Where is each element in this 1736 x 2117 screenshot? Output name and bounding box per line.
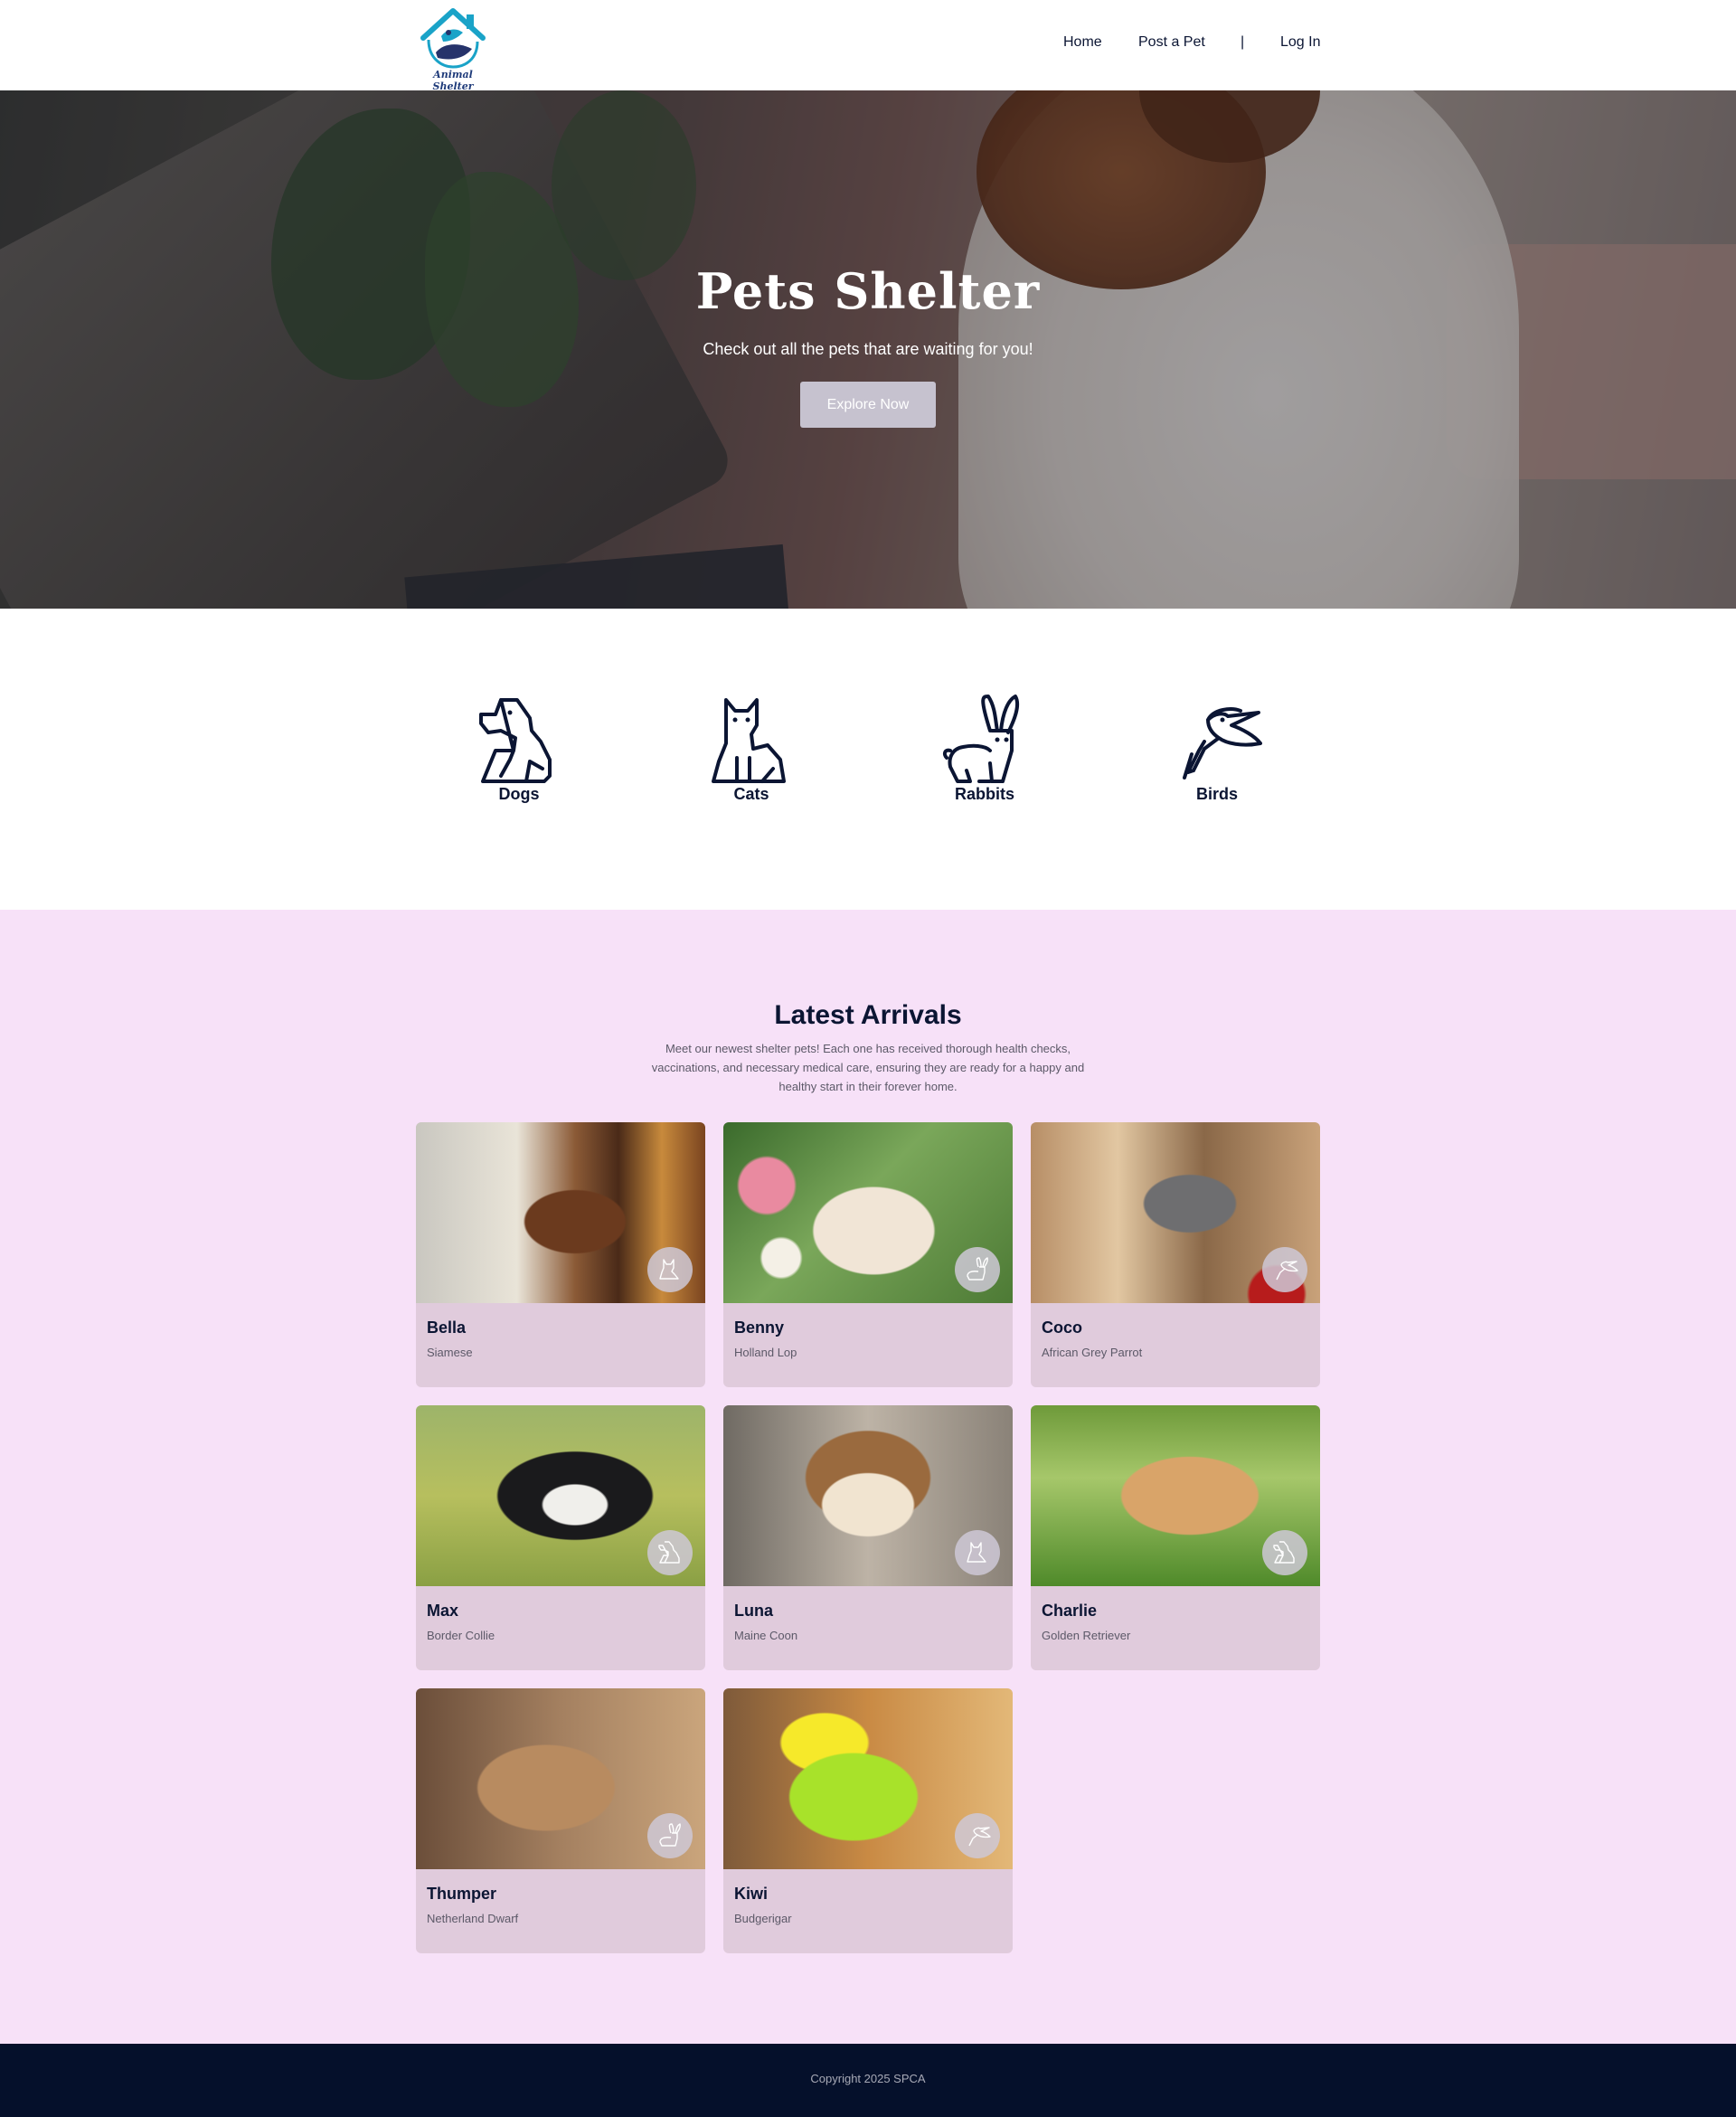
cat-icon <box>967 1542 986 1563</box>
copyright-text: Copyright 2025 SPCA <box>810 2072 926 2085</box>
cat-icon <box>659 1259 679 1280</box>
category-label: Birds <box>1195 785 1238 803</box>
category-label: Cats <box>733 785 769 803</box>
pet-type-badge <box>647 1530 693 1575</box>
nav-post-a-pet-link[interactable]: Post a Pet <box>1138 34 1205 56</box>
site-footer: Copyright 2025 SPCA <box>0 2044 1736 2117</box>
shelter-house-icon <box>420 8 486 69</box>
dog-icon <box>1273 1541 1295 1564</box>
pet-type-badge <box>647 1247 693 1292</box>
pet-name: Thumper <box>427 1885 497 1903</box>
pet-card[interactable]: Benny Holland Lop <box>723 1122 1013 1387</box>
rabbit-icon <box>942 695 1020 783</box>
logo-text: Animal Shelter <box>432 69 474 92</box>
pet-type-badge <box>1262 1530 1307 1575</box>
bird-icon <box>968 1827 991 1847</box>
nav-separator: | <box>1241 34 1245 50</box>
pet-breed: Budgerigar <box>734 1912 792 1925</box>
pet-name: Kiwi <box>734 1885 769 1903</box>
pet-card[interactable]: Kiwi Budgerigar <box>723 1688 1013 1953</box>
bird-icon <box>1276 1261 1298 1281</box>
pet-card[interactable]: Bella Siamese <box>416 1122 705 1387</box>
hero-subtitle: Check out all the pets that are waiting … <box>703 340 1033 358</box>
dog-icon <box>479 698 552 783</box>
pet-breed: African Grey Parrot <box>1042 1346 1143 1359</box>
explore-now-button[interactable]: Explore Now <box>800 382 936 428</box>
category-cats[interactable]: Cats <box>697 695 806 804</box>
pet-name: Luna <box>734 1602 773 1620</box>
pet-breed: Siamese <box>427 1346 473 1359</box>
bird-icon <box>1183 707 1262 780</box>
pet-card[interactable]: Charlie Golden Retriever <box>1031 1405 1320 1670</box>
hero-banner: Pets Shelter Check out all the pets that… <box>0 90 1736 609</box>
category-rabbits[interactable]: Rabbits <box>930 695 1039 804</box>
pet-card[interactable]: Luna Maine Coon <box>723 1405 1013 1670</box>
pet-breed: Maine Coon <box>734 1629 798 1642</box>
pet-breed: Netherland Dwarf <box>427 1912 519 1925</box>
category-label: Rabbits <box>954 785 1014 803</box>
pet-type-badge <box>647 1813 693 1858</box>
site-header: Animal Shelter Home Post a Pet | Log In <box>0 0 1736 92</box>
latest-arrivals-section: Latest Arrivals Meet our newest shelter … <box>0 910 1736 2044</box>
section-title: Latest Arrivals <box>774 1000 962 1030</box>
pet-type-badge <box>1262 1247 1307 1292</box>
pet-type-badge <box>955 1530 1000 1575</box>
pet-categories: Dogs Cats Rabbits Birds <box>0 609 1736 910</box>
pet-card[interactable]: Max Border Collie <box>416 1405 705 1670</box>
pet-name: Max <box>427 1602 459 1620</box>
pet-name: Benny <box>734 1318 785 1337</box>
rabbit-icon <box>967 1257 988 1281</box>
rabbit-icon <box>659 1823 681 1847</box>
section-description: Meet our newest shelter pets! Each one h… <box>651 1042 1085 1093</box>
pet-breed: Border Collie <box>427 1629 495 1642</box>
category-label: Dogs <box>498 785 540 803</box>
pet-name: Coco <box>1042 1318 1082 1337</box>
category-dogs[interactable]: Dogs <box>465 695 573 804</box>
nav-log-in-link[interactable]: Log In <box>1280 34 1320 56</box>
nav-home-link[interactable]: Home <box>1063 34 1102 56</box>
pet-card[interactable]: Coco African Grey Parrot <box>1031 1122 1320 1387</box>
category-birds[interactable]: Birds <box>1163 695 1271 804</box>
hero-title: Pets Shelter <box>695 262 1041 320</box>
cat-icon <box>712 698 786 783</box>
pet-name: Charlie <box>1042 1602 1098 1620</box>
pet-breed: Golden Retriever <box>1042 1629 1131 1642</box>
pet-card[interactable]: Thumper Netherland Dwarf <box>416 1688 705 1953</box>
pet-type-badge <box>955 1813 1000 1858</box>
pet-name: Bella <box>427 1318 467 1337</box>
pet-breed: Holland Lop <box>734 1346 797 1359</box>
dog-icon <box>658 1541 680 1564</box>
site-logo[interactable]: Animal Shelter <box>416 5 490 92</box>
pet-type-badge <box>955 1247 1000 1292</box>
